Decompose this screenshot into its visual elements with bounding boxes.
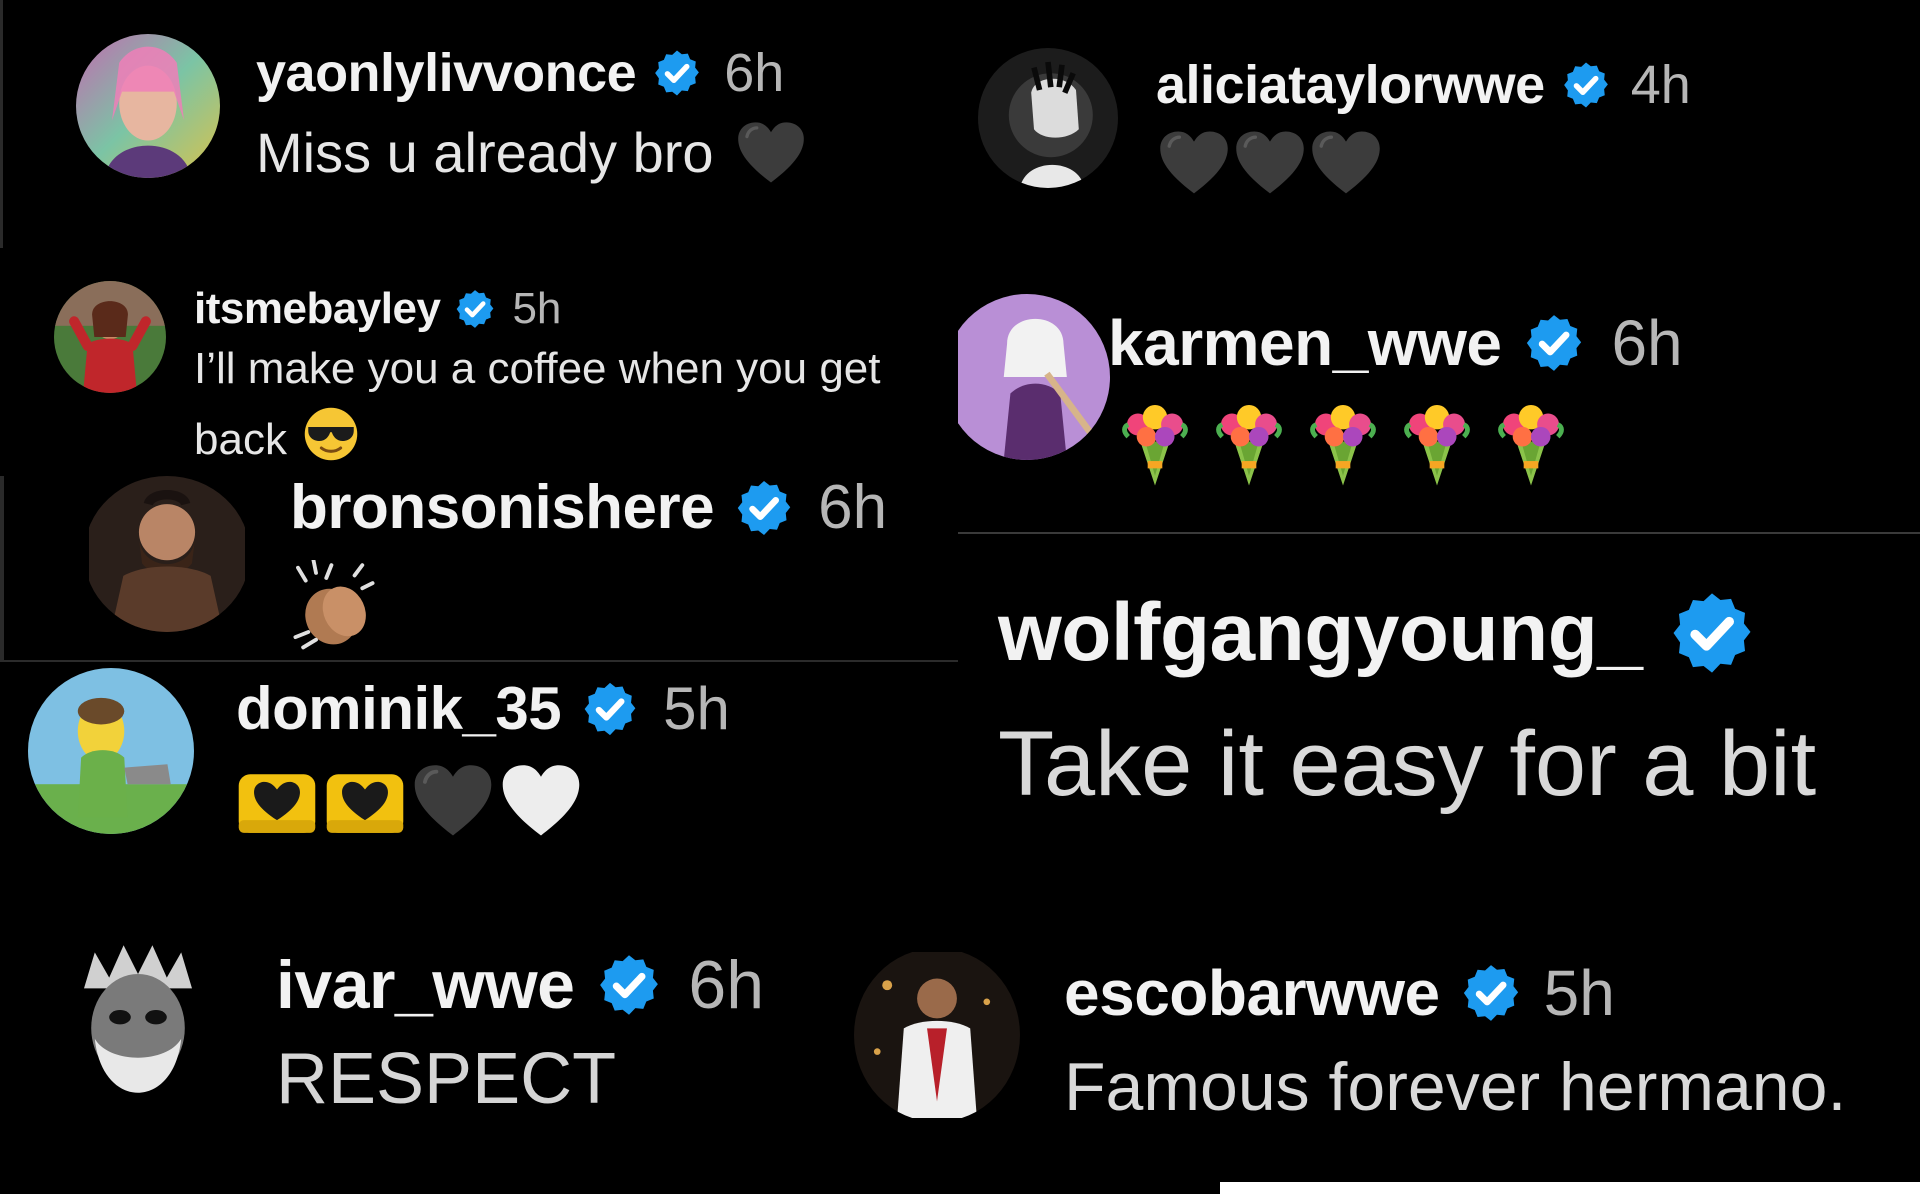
panel-border	[958, 532, 1920, 534]
comment-text: Miss u already bro	[256, 120, 806, 185]
comment-header: aliciataylorwwe 4h	[1156, 54, 1691, 116]
emoji-row	[1116, 400, 1570, 488]
comment-text-content: back	[194, 414, 287, 464]
avatar[interactable]	[54, 281, 166, 393]
timestamp: 4h	[1630, 55, 1691, 115]
heart-hands-icon	[324, 764, 406, 838]
timestamp: 6h	[724, 43, 785, 103]
verified-badge-icon	[1460, 962, 1522, 1024]
verified-badge-icon	[652, 48, 702, 98]
bouquet-icon	[1210, 400, 1288, 488]
comment-header: dominik_35 5h	[236, 674, 730, 743]
emoji-row	[236, 764, 582, 838]
username[interactable]: wolfgangyoung_	[998, 586, 1643, 680]
verified-badge-icon	[596, 952, 662, 1018]
heart-hands-icon	[236, 764, 318, 838]
avatar[interactable]	[958, 294, 1110, 460]
comment-card-bayley: itsmebayley 5h I’ll make you a coffee wh…	[0, 248, 958, 476]
verified-badge-icon	[1523, 312, 1585, 374]
comment-card-alicia: aliciataylorwwe 4h	[958, 0, 1920, 248]
comments-collage: yaonlylivvonce 6h Miss u already bro ali…	[0, 0, 1920, 1200]
verified-badge-icon	[1561, 60, 1611, 110]
username[interactable]: escobarwwe	[1064, 956, 1440, 1030]
comment-header: itsmebayley 5h	[194, 284, 561, 334]
emoji-row	[292, 560, 376, 650]
white-heart-icon	[500, 764, 582, 838]
username[interactable]: bronsonishere	[290, 476, 715, 543]
verified-badge-icon	[1668, 589, 1756, 677]
comment-text-content: Miss u already bro	[256, 121, 714, 184]
comment-header: escobarwwe 5h	[1064, 956, 1615, 1030]
comment-card-livvonce: yaonlylivvonce 6h Miss u already bro	[0, 0, 958, 248]
timestamp: 5h	[663, 675, 730, 742]
emoji-row	[1158, 130, 1382, 196]
black-heart-icon	[412, 764, 494, 838]
username[interactable]: aliciataylorwwe	[1156, 54, 1545, 116]
timestamp: 6h	[818, 476, 888, 542]
username[interactable]: ivar_wwe	[276, 946, 575, 1024]
timestamp: 6h	[1611, 307, 1683, 379]
comment-header: karmen_wwe 6h	[1108, 306, 1683, 380]
panel-border	[0, 476, 4, 660]
avatar[interactable]	[66, 938, 210, 1118]
username[interactable]: dominik_35	[236, 674, 562, 743]
comment-card-dominik: dominik_35 5h	[0, 660, 958, 878]
bouquet-icon	[1398, 400, 1476, 488]
username[interactable]: itsmebayley	[194, 284, 441, 334]
comment-header: bronsonishere 6h	[290, 476, 887, 543]
black-heart-icon	[1158, 130, 1230, 196]
comment-text: RESPECT	[276, 1039, 617, 1119]
verified-badge-icon	[734, 478, 794, 538]
timestamp: 6h	[688, 947, 765, 1023]
comment-text-line-1: I’ll make you a coffee when you get	[194, 344, 881, 393]
bouquet-icon	[1492, 400, 1570, 488]
verified-badge-icon	[581, 680, 639, 738]
sunglasses-face-icon	[303, 406, 359, 473]
comment-card-escobar: escobarwwe 5h Famous forever hermano.	[840, 878, 1920, 1182]
timestamp: 5h	[512, 284, 562, 333]
verified-badge-icon	[454, 288, 496, 330]
avatar[interactable]	[28, 668, 194, 834]
comment-card-bronson: bronsonishere 6h	[0, 476, 958, 660]
avatar[interactable]	[854, 948, 1020, 1122]
black-heart-icon	[1234, 130, 1306, 196]
comment-text: Take it easy for a bit	[998, 713, 1817, 815]
comment-text: Famous forever hermano.	[1064, 1049, 1847, 1125]
avatar[interactable]	[84, 476, 250, 632]
bouquet-icon	[1304, 400, 1382, 488]
username[interactable]: yaonlylivvonce	[256, 42, 637, 104]
comment-header: ivar_wwe 6h	[276, 946, 764, 1024]
username[interactable]: karmen_wwe	[1108, 306, 1502, 380]
comment-header: wolfgangyoung_	[998, 586, 1756, 680]
bouquet-icon	[1116, 400, 1194, 488]
panel-border	[0, 0, 3, 248]
comment-text-line-2: back	[194, 406, 359, 473]
black-heart-icon	[1310, 130, 1382, 196]
comment-header: yaonlylivvonce 6h	[256, 42, 784, 104]
comment-card-wolfgang: wolfgangyoung_ Take it easy for a bit	[958, 532, 1920, 878]
panel-border	[0, 660, 958, 662]
avatar[interactable]	[978, 48, 1118, 188]
avatar[interactable]	[76, 34, 220, 178]
timestamp: 5h	[1543, 957, 1615, 1029]
black-heart-icon	[736, 121, 806, 185]
clapping-hands-icon	[292, 560, 376, 650]
comment-card-karmen: karmen_wwe 6h	[958, 248, 1920, 532]
